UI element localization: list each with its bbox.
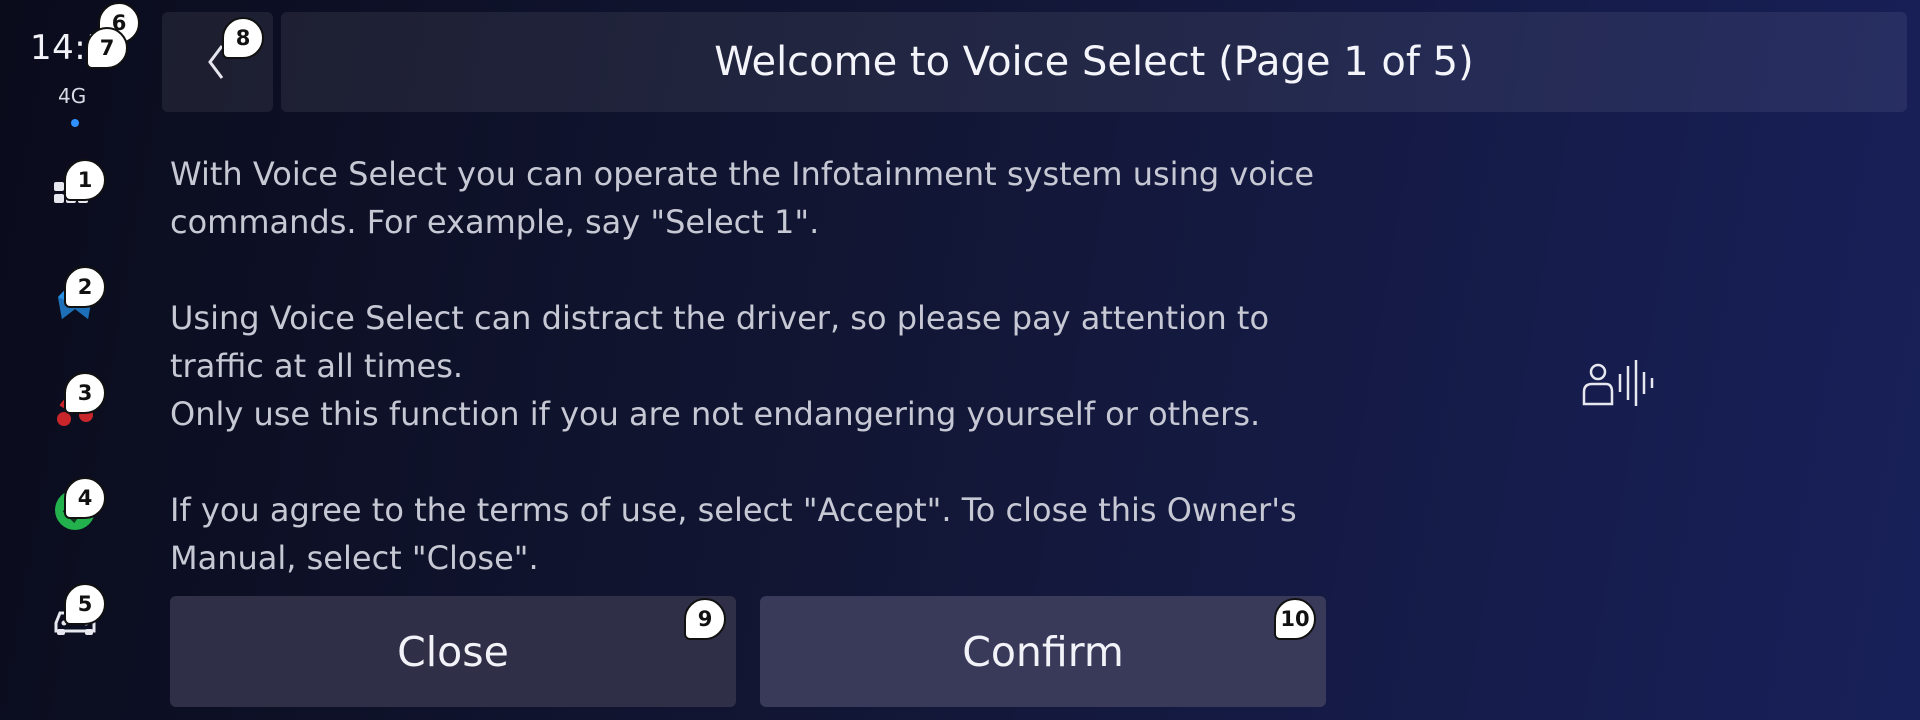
badge-9: 9 [684,598,726,640]
badge-3: 3 [64,372,106,414]
badge-8: 8 [222,17,264,59]
badge-1: 1 [64,159,106,201]
badge-2: 2 [64,266,106,308]
page-title: Welcome to Voice Select (Page 1 of 5) [714,39,1474,85]
confirm-button[interactable]: Confirm [760,596,1326,707]
paragraph-warning-1: Using Voice Select can distract the driv… [170,299,1270,385]
badge-5: 5 [64,583,106,625]
confirm-button-label: Confirm [962,627,1124,676]
title-bar: Welcome to Voice Select (Page 1 of 5) [281,12,1907,112]
network-indicator: 4G [58,84,87,108]
close-button-label: Close [397,627,509,676]
paragraph-intro: With Voice Select you can operate the In… [170,155,1315,241]
paragraph-terms: If you agree to the terms of use, select… [170,491,1297,577]
paragraph-warning-2: Only use this function if you are not en… [170,395,1261,433]
badge-7: 7 [86,27,128,69]
badge-10: 10 [1274,598,1316,640]
side-rail: 14:5 6 7 4G 1 2 3 4 5 [0,0,150,720]
close-button[interactable]: Close [170,596,736,707]
badge-4: 4 [64,477,106,519]
info-text: With Voice Select you can operate the In… [170,150,1340,582]
network-dot [71,119,79,127]
voice-select-icon [1580,358,1656,408]
